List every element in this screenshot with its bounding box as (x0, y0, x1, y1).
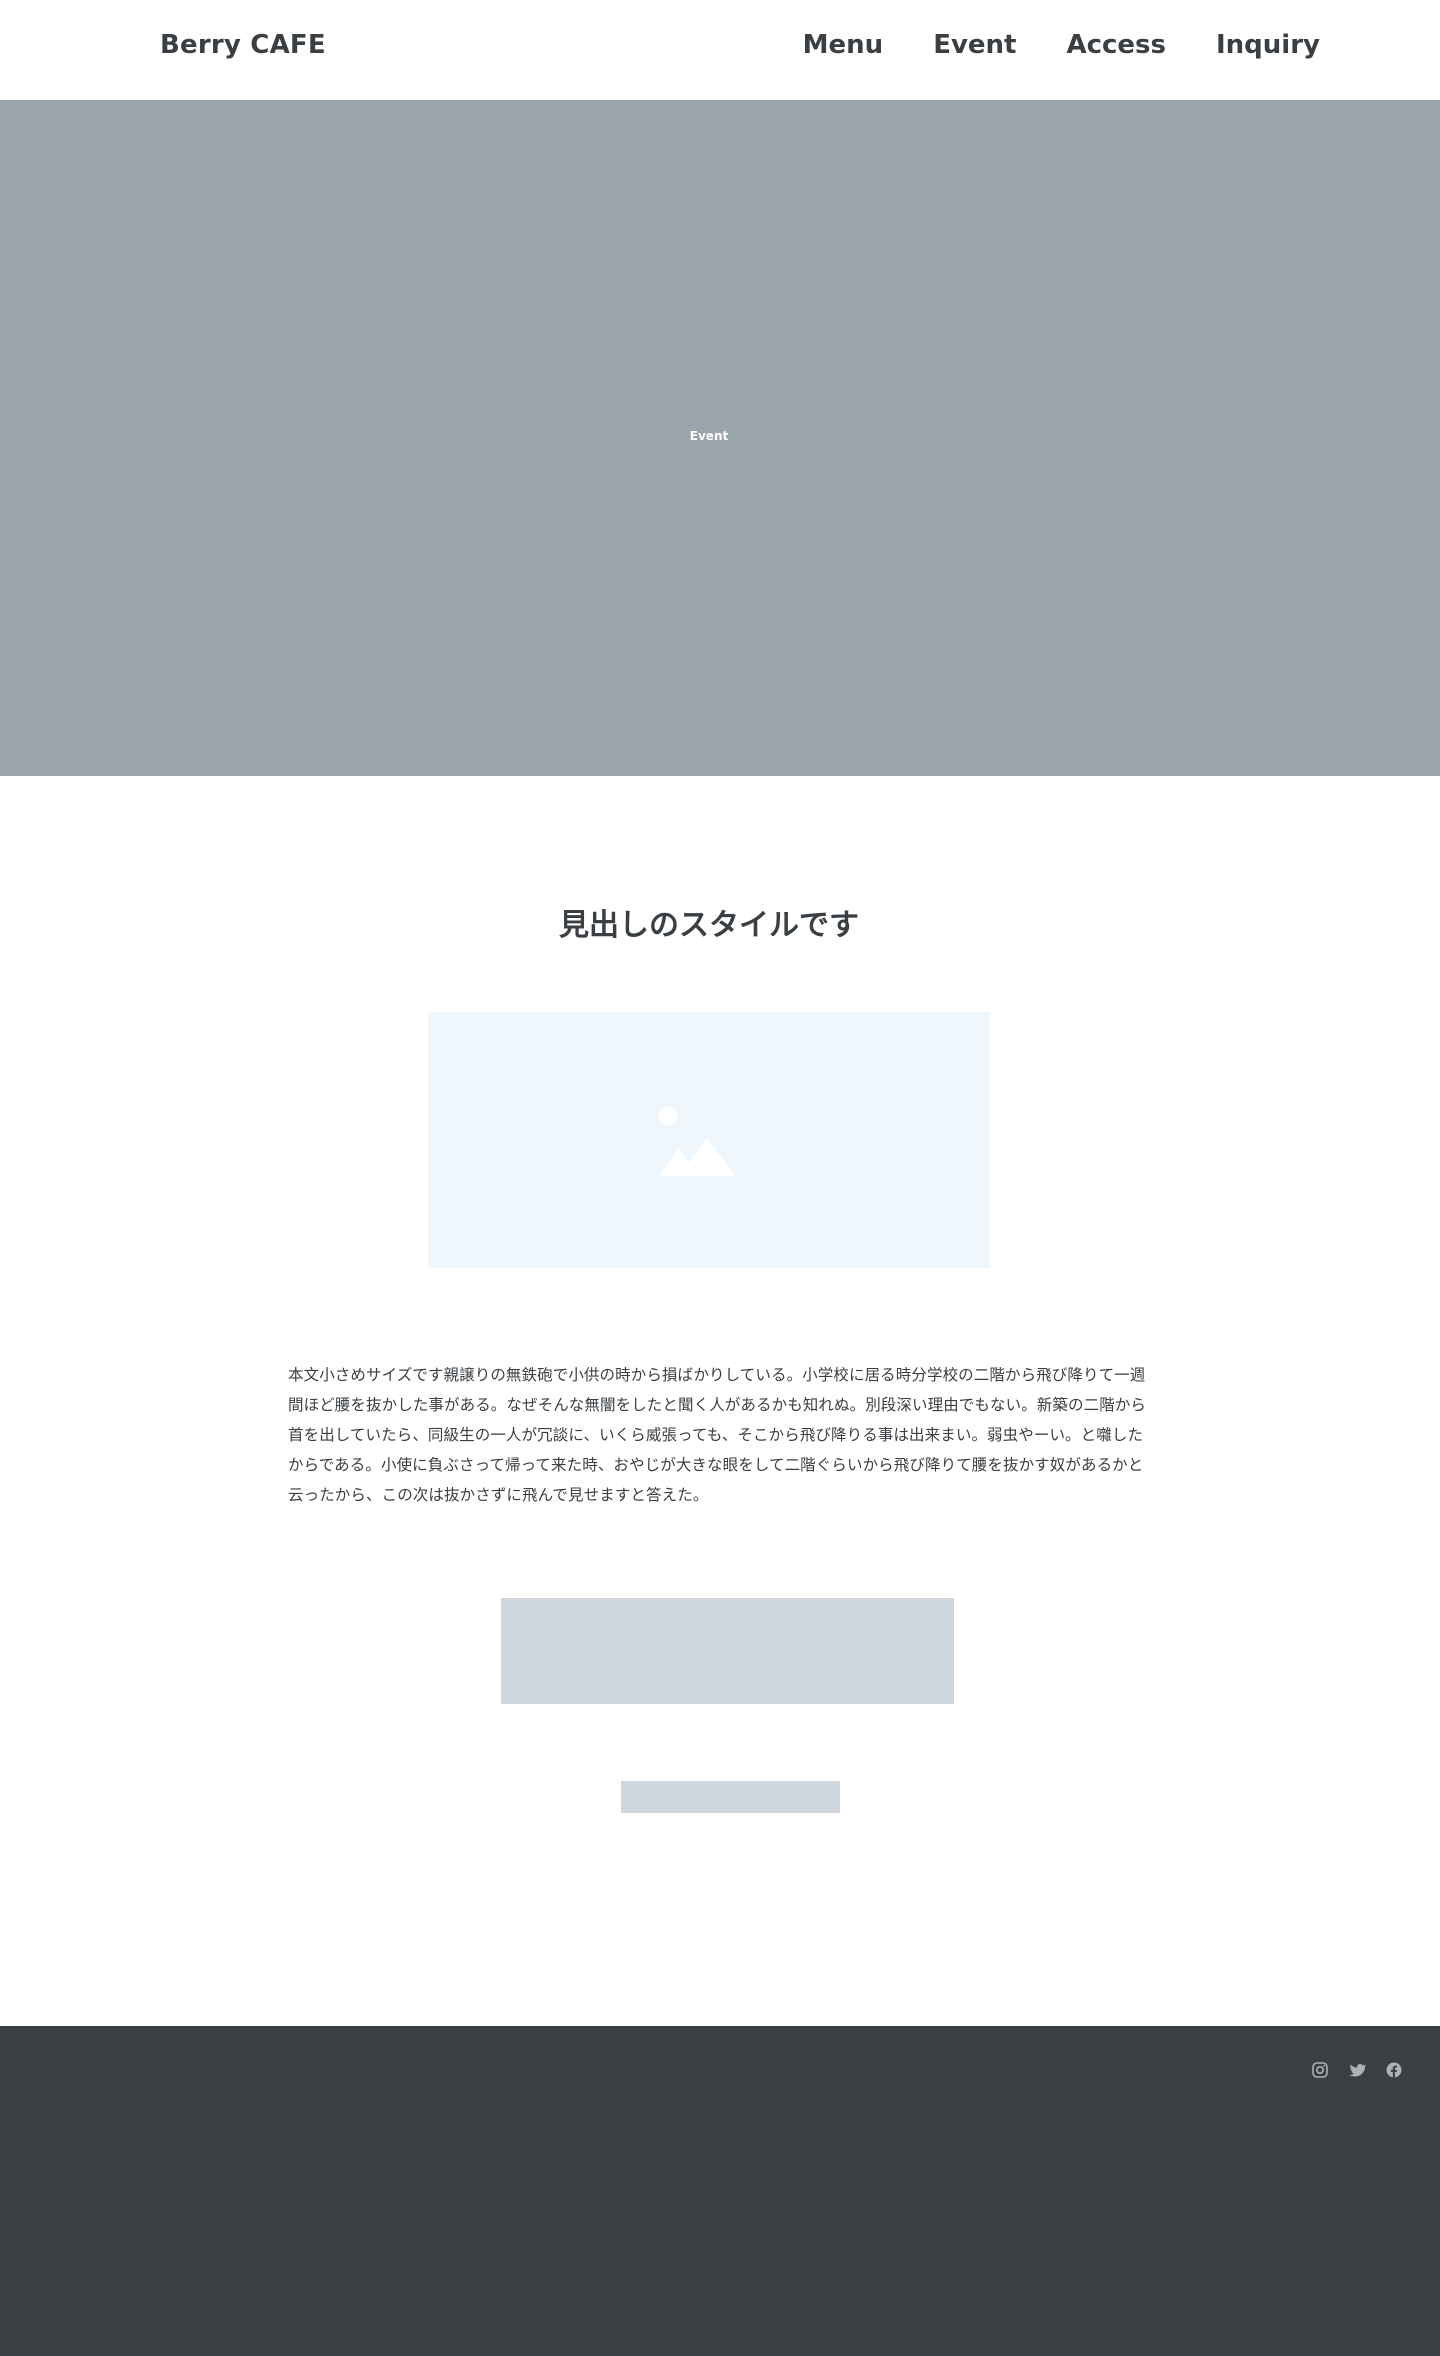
nav-item-inquiry[interactable]: Inquiry (1216, 30, 1320, 60)
facebook-icon[interactable] (1385, 2061, 1403, 2079)
body-paragraph: 本文小さめサイズです親譲りの無鉄砲で小供の時から損ばかりしている。小学校に居る時… (288, 1366, 1147, 1504)
site-footer (0, 2026, 1440, 2356)
hero-title: Event (689, 429, 729, 443)
nav-item-access[interactable]: Access (1066, 30, 1166, 60)
site-header: Berry CAFE Menu Event Access Inquiry (0, 0, 1440, 100)
section-heading: 見出しのスタイルです (559, 908, 859, 943)
hero-banner: Event (0, 100, 1440, 776)
image-placeholder (428, 1012, 990, 1268)
nav-item-menu[interactable]: Menu (803, 30, 884, 60)
nav-item-event[interactable]: Event (933, 30, 1016, 60)
main-content: 見出しのスタイルです 本文小さめサイズです親譲りの無鉄砲で小供の時から損ばかりし… (0, 776, 1440, 2026)
social-links (1311, 2061, 1403, 2079)
button-placeholder[interactable] (621, 1781, 840, 1813)
twitter-icon[interactable] (1348, 2061, 1367, 2079)
site-logo[interactable]: Berry CAFE (160, 30, 326, 60)
image-placeholder-icon (659, 1107, 735, 1176)
content-block-placeholder[interactable] (501, 1598, 954, 1704)
main-nav: Menu Event Access Inquiry (803, 30, 1320, 60)
instagram-icon[interactable] (1311, 2061, 1329, 2079)
